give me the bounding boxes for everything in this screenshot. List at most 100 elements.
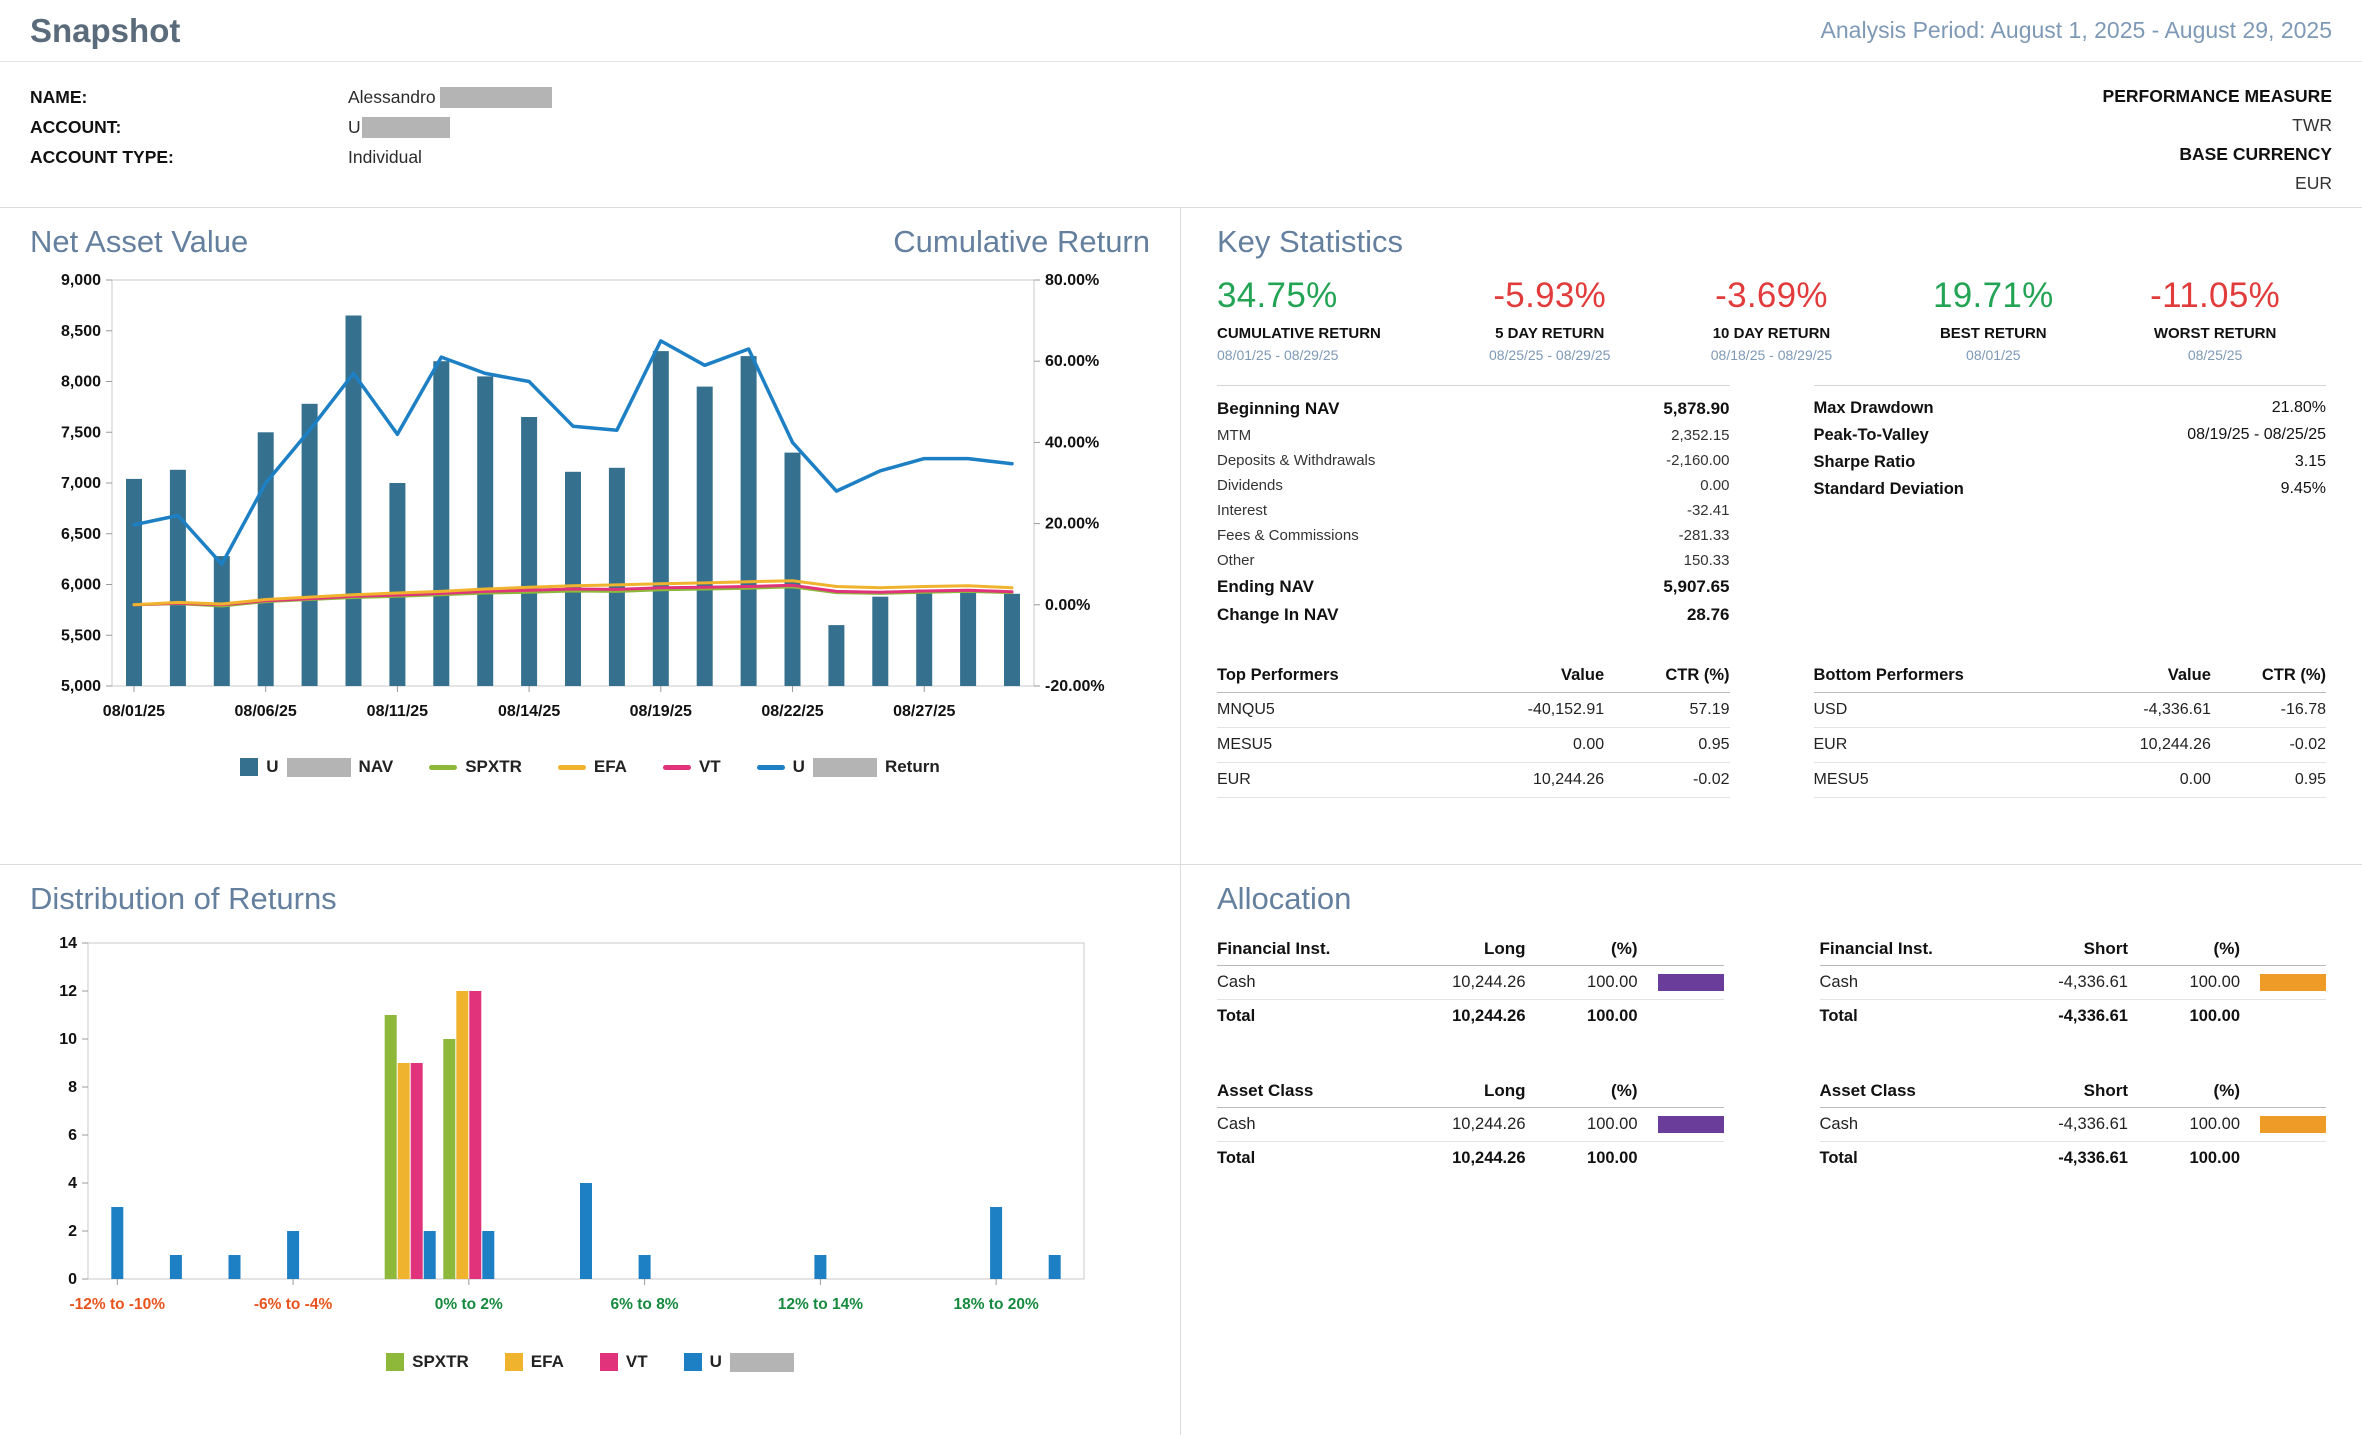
svg-text:4: 4	[68, 1175, 77, 1192]
svg-text:9,000: 9,000	[61, 272, 101, 289]
legend-label: VT	[626, 1352, 648, 1372]
svg-text:08/06/25: 08/06/25	[235, 703, 297, 720]
allocation-row-value: -4,336.61	[1953, 1007, 2128, 1026]
performer-value: 10,244.26	[1455, 763, 1604, 798]
column-header-top-performers: Top Performers	[1217, 659, 1455, 693]
allocation-bar-gutter	[2240, 1116, 2326, 1133]
row-label: Beginning NAV	[1217, 399, 1339, 419]
allocation-table-financial-inst-long: Financial Inst.Long(%)Cash10,244.26100.0…	[1217, 933, 1724, 1033]
key-statistics-section: Key Statistics 34.75%CUMULATIVE RETURN08…	[1181, 208, 2362, 865]
column-header-ctr: CTR (%)	[2211, 659, 2326, 693]
svg-text:60.00%: 60.00%	[1045, 353, 1099, 370]
svg-text:0: 0	[68, 1271, 77, 1288]
allocation-row-total: Total-4,336.61100.00	[1820, 1000, 2327, 1033]
settings-value-base-currency: EUR	[2103, 169, 2332, 198]
distribution-chart: 02468101214-12% to -10%-6% to -4%0% to 2…	[30, 931, 1100, 1331]
allocation-row-pct: 100.00	[2128, 1007, 2240, 1026]
distribution-legend: SPXTREFAVTU	[30, 1352, 1150, 1372]
svg-text:20.00%: 20.00%	[1045, 516, 1099, 533]
allocation-row-cash: Cash-4,336.61100.00	[1820, 1108, 2327, 1142]
svg-text:0.00%: 0.00%	[1045, 597, 1090, 614]
allocation-row-value: -4,336.61	[1953, 973, 2128, 992]
allocation-weight-bar	[2260, 1116, 2326, 1133]
allocation-row-label: Total	[1820, 1149, 1954, 1168]
svg-text:8: 8	[68, 1079, 77, 1096]
stat-period: 08/01/25 - 08/29/25	[1217, 347, 1439, 363]
svg-text:10: 10	[59, 1031, 77, 1048]
stat-label: CUMULATIVE RETURN	[1217, 325, 1439, 342]
legend-swatch-icon	[429, 765, 457, 770]
allocation-table-asset-class-short: Asset ClassShort(%)Cash-4,336.61100.00To…	[1820, 1075, 2327, 1175]
allocation-side-header: Short	[1953, 1081, 2128, 1101]
legend-item-u: U	[684, 1352, 794, 1372]
account-field-value: Alessandro	[348, 82, 552, 112]
allocation-table-financial-inst-short: Financial Inst.Short(%)Cash-4,336.61100.…	[1820, 933, 2327, 1033]
nav-detail-row-dividends: Dividends0.00	[1217, 473, 1730, 498]
svg-text:40.00%: 40.00%	[1045, 434, 1099, 451]
row-value: -281.33	[1679, 527, 1730, 544]
row-value: -32.41	[1687, 502, 1730, 519]
account-field-value: Individual	[348, 142, 422, 172]
svg-text:6% to 8%: 6% to 8%	[611, 1296, 679, 1313]
svg-text:-20.00%: -20.00%	[1045, 678, 1105, 695]
account-field-label: ACCOUNT:	[30, 112, 348, 142]
account-field-value: U	[348, 112, 450, 142]
stat-value: -5.93%	[1439, 276, 1661, 316]
row-label: Dividends	[1217, 477, 1283, 494]
row-value: 28.76	[1687, 605, 1730, 625]
stat-value: -3.69%	[1661, 276, 1883, 316]
svg-text:7,500: 7,500	[61, 424, 101, 441]
legend-swatch-icon	[558, 765, 586, 770]
svg-text:6,000: 6,000	[61, 577, 101, 594]
key-stats-body: Beginning NAV5,878.90MTM2,352.15Deposits…	[1217, 385, 2326, 629]
performers-table: Top PerformersValueCTR (%)MNQU5-40,152.9…	[1217, 659, 1730, 798]
redacted-text	[362, 117, 450, 138]
svg-text:08/27/25: 08/27/25	[893, 703, 955, 720]
page-title: Snapshot	[30, 12, 180, 50]
row-value: 08/19/25 - 08/25/25	[2187, 426, 2326, 445]
svg-text:08/19/25: 08/19/25	[630, 703, 692, 720]
svg-text:8,000: 8,000	[61, 374, 101, 391]
snapshot-page: Snapshot Analysis Period: August 1, 2025…	[0, 0, 2362, 1435]
legend-label: Return	[885, 757, 940, 777]
allocation-row-label: Cash	[1217, 1115, 1351, 1134]
risk-row-standard-deviation: Standard Deviation9.45%	[1814, 476, 2327, 503]
table-row: EUR10,244.26-0.02	[1217, 763, 1730, 798]
account-field-label: NAME:	[30, 82, 348, 112]
legend-swatch-icon	[757, 765, 785, 770]
row-value: 5,907.65	[1663, 577, 1729, 597]
legend-swatch-icon	[600, 1353, 618, 1371]
legend-item-spxtr: SPXTR	[386, 1352, 469, 1372]
report-settings: PERFORMANCE MEASURETWRBASE CURRENCYEUR	[2103, 82, 2332, 207]
stat-label: 5 DAY RETURN	[1439, 325, 1661, 342]
svg-text:18% to 20%: 18% to 20%	[953, 1296, 1039, 1313]
cumulative-return-title: Cumulative Return	[893, 224, 1150, 260]
stat-period: 08/25/25	[2104, 347, 2326, 363]
row-label: Ending NAV	[1217, 577, 1314, 597]
svg-text:2: 2	[68, 1223, 77, 1240]
performer-symbol: EUR	[1217, 763, 1455, 798]
allocation-title: Allocation	[1217, 881, 2326, 917]
row-label: Standard Deviation	[1814, 480, 1964, 499]
allocation-row-pct: 100.00	[1526, 1149, 1638, 1168]
nav-detail-row-ending-nav: Ending NAV 5,907.65	[1217, 573, 1730, 601]
allocation-pct-header: (%)	[1526, 939, 1638, 959]
allocation-grid: Financial Inst.Long(%)Cash10,244.26100.0…	[1217, 933, 2326, 1175]
row-label: Peak-To-Valley	[1814, 426, 1929, 445]
account-info: NAME:AlessandroACCOUNT:UACCOUNT TYPE:Ind…	[0, 62, 2362, 207]
svg-text:12: 12	[59, 983, 77, 1000]
performer-value: -4,336.61	[2083, 693, 2211, 728]
column-header-value: Value	[2083, 659, 2211, 693]
risk-row-peak-to-valley: Peak-To-Valley 08/19/25 - 08/25/25	[1814, 422, 2327, 449]
nav-detail-row-mtm: MTM2,352.15	[1217, 423, 1730, 448]
svg-text:08/22/25: 08/22/25	[761, 703, 823, 720]
performer-symbol: MESU5	[1814, 763, 2084, 798]
legend-item-u-return: UReturn	[757, 757, 940, 777]
top-performers-table: Top PerformersValueCTR (%)MNQU5-40,152.9…	[1217, 659, 1730, 798]
nav-detail-table: Beginning NAV5,878.90MTM2,352.15Deposits…	[1217, 385, 1730, 629]
svg-text:08/14/25: 08/14/25	[498, 703, 560, 720]
svg-text:14: 14	[59, 935, 77, 952]
risk-row-sharpe-ratio: Sharpe Ratio3.15	[1814, 449, 2327, 476]
legend-swatch-icon	[386, 1353, 404, 1371]
allocation-row-label: Cash	[1217, 973, 1351, 992]
